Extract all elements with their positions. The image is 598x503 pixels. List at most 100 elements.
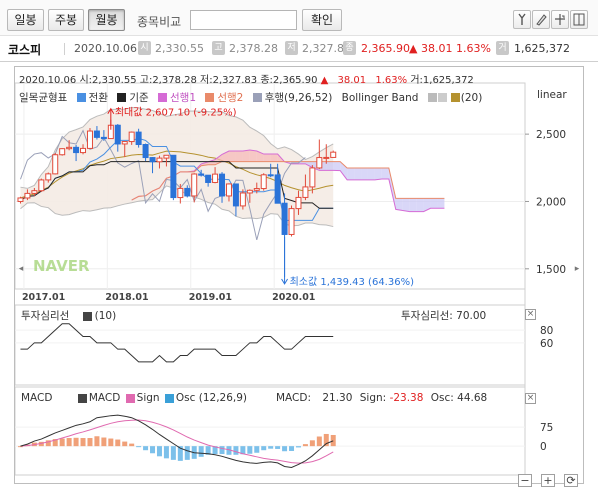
candle-body[interactable] — [86, 130, 93, 149]
legend-item-label[interactable]: Bollinger Band — [342, 92, 419, 104]
candle-body[interactable] — [198, 173, 205, 176]
oscillator-bar[interactable] — [184, 446, 190, 460]
oscillator-bar[interactable] — [59, 438, 65, 447]
oscillator-bar[interactable] — [289, 446, 295, 451]
period-monthly-button[interactable]: 월봉 — [88, 9, 125, 31]
candle-body[interactable] — [24, 192, 31, 199]
candle-body[interactable] — [100, 136, 107, 140]
candle-body[interactable] — [163, 154, 170, 159]
legend-item-label[interactable]: 선행2 — [217, 90, 243, 105]
oscillator-bar[interactable] — [80, 438, 86, 447]
candle-body[interactable] — [114, 124, 121, 145]
oscillator-bar[interactable] — [309, 440, 315, 447]
candle-body[interactable] — [45, 173, 52, 181]
reset-zoom-icon[interactable]: ⟳ — [564, 474, 578, 487]
candle-body[interactable] — [31, 190, 38, 194]
oscillator-bar[interactable] — [302, 444, 308, 447]
candle-body[interactable] — [177, 187, 184, 199]
candle-body[interactable] — [156, 157, 163, 163]
chart-canvas[interactable]: 2,500 2,000 1,500 2017.01 2018.01 2019.01 2020… — [15, 67, 585, 485]
candle-body[interactable] — [38, 179, 45, 192]
candle-body[interactable] — [302, 186, 309, 198]
chart-area[interactable]: 2,500 2,000 1,500 2017.01 2018.01 2019.01 2020… — [14, 66, 585, 485]
oscillator-bar[interactable] — [122, 441, 128, 447]
oscillator-bar[interactable] — [101, 437, 107, 447]
oscillator-bar[interactable] — [233, 446, 239, 455]
candle-body[interactable] — [93, 130, 100, 138]
oscillator-bar[interactable] — [170, 446, 176, 460]
zoom-in-button[interactable]: + — [541, 474, 555, 487]
candle-body[interactable] — [212, 173, 219, 183]
period-weekly-button[interactable]: 주봉 — [48, 9, 84, 31]
candle-body[interactable] — [59, 148, 66, 156]
candle-body[interactable] — [274, 174, 281, 204]
oscillator-bar[interactable] — [254, 446, 260, 453]
candle-body[interactable] — [170, 154, 177, 199]
candle-body[interactable] — [17, 197, 24, 202]
oscillator-bar[interactable] — [156, 446, 162, 457]
oscillator-bar[interactable] — [136, 446, 142, 448]
candle-body[interactable] — [253, 188, 260, 191]
oscillator-bar[interactable] — [163, 446, 169, 459]
oscillator-bar[interactable] — [108, 438, 114, 447]
compare-input[interactable] — [190, 10, 297, 30]
candle-body[interactable] — [281, 202, 288, 235]
candle-body[interactable] — [142, 144, 149, 159]
oscillator-bar[interactable] — [129, 443, 135, 447]
legend-item-label[interactable]: 전환 — [89, 90, 108, 105]
draw-line-icon[interactable] — [532, 10, 550, 29]
oscillator-bar[interactable] — [115, 439, 121, 447]
oscillator-bar[interactable] — [247, 446, 253, 454]
period-daily-button[interactable]: 일봉 — [7, 9, 44, 31]
zoom-out-button[interactable]: − — [518, 474, 532, 487]
candle-body[interactable] — [288, 208, 295, 235]
oscillator-bar[interactable] — [198, 446, 204, 457]
legend-item-label[interactable]: 후행(9,26,52) — [265, 90, 333, 105]
candle-body[interactable] — [330, 151, 337, 158]
candle-body[interactable] — [267, 174, 274, 177]
confirm-button[interactable]: 확인 — [302, 9, 342, 31]
candle-body[interactable] — [121, 141, 128, 145]
candle-body[interactable] — [191, 173, 198, 197]
close-panel-icon[interactable]: × — [525, 393, 536, 404]
oscillator-bar[interactable] — [295, 446, 301, 448]
indicator-settings-icon[interactable] — [513, 10, 531, 29]
candle-body[interactable] — [73, 146, 80, 154]
legend-item-label[interactable]: (20) — [461, 92, 483, 104]
oscillator-bar[interactable] — [316, 436, 322, 447]
oscillator-bar[interactable] — [330, 434, 336, 447]
candle-body[interactable] — [295, 196, 302, 210]
candle-body[interactable] — [232, 183, 239, 207]
split-view-icon[interactable] — [570, 10, 588, 29]
candle-body[interactable] — [246, 189, 253, 194]
scroll-right-icon[interactable]: ▸ — [572, 259, 582, 279]
candle-body[interactable] — [66, 146, 73, 150]
crosshair-icon[interactable] — [551, 10, 569, 29]
scale-toggle[interactable]: linear — [537, 89, 567, 101]
oscillator-bar[interactable] — [66, 438, 72, 447]
oscillator-bar[interactable] — [219, 446, 225, 455]
candle-body[interactable] — [128, 131, 135, 143]
oscillator-bar[interactable] — [94, 436, 100, 447]
oscillator-bar[interactable] — [323, 433, 329, 447]
oscillator-bar[interactable] — [73, 437, 79, 447]
legend-item-label[interactable]: 선행1 — [170, 90, 196, 105]
oscillator-bar[interactable] — [87, 438, 93, 447]
candle-body[interactable] — [225, 183, 232, 197]
candle-body[interactable] — [260, 174, 267, 190]
candle-body[interactable] — [239, 192, 246, 207]
oscillator-bar[interactable] — [268, 446, 274, 449]
candle-body[interactable] — [149, 157, 156, 163]
candle-body[interactable] — [219, 173, 226, 197]
candle-body[interactable] — [135, 131, 142, 146]
oscillator-bar[interactable] — [282, 446, 288, 452]
oscillator-bar[interactable] — [143, 446, 149, 451]
candle-body[interactable] — [80, 147, 87, 154]
candle-body[interactable] — [323, 156, 330, 159]
candle-body[interactable] — [52, 154, 59, 175]
close-panel-icon[interactable]: × — [525, 309, 536, 320]
oscillator-bar[interactable] — [275, 446, 281, 449]
scroll-left-icon[interactable]: ◂ — [16, 259, 26, 279]
candle-body[interactable] — [184, 187, 191, 197]
candle-body[interactable] — [316, 157, 323, 169]
